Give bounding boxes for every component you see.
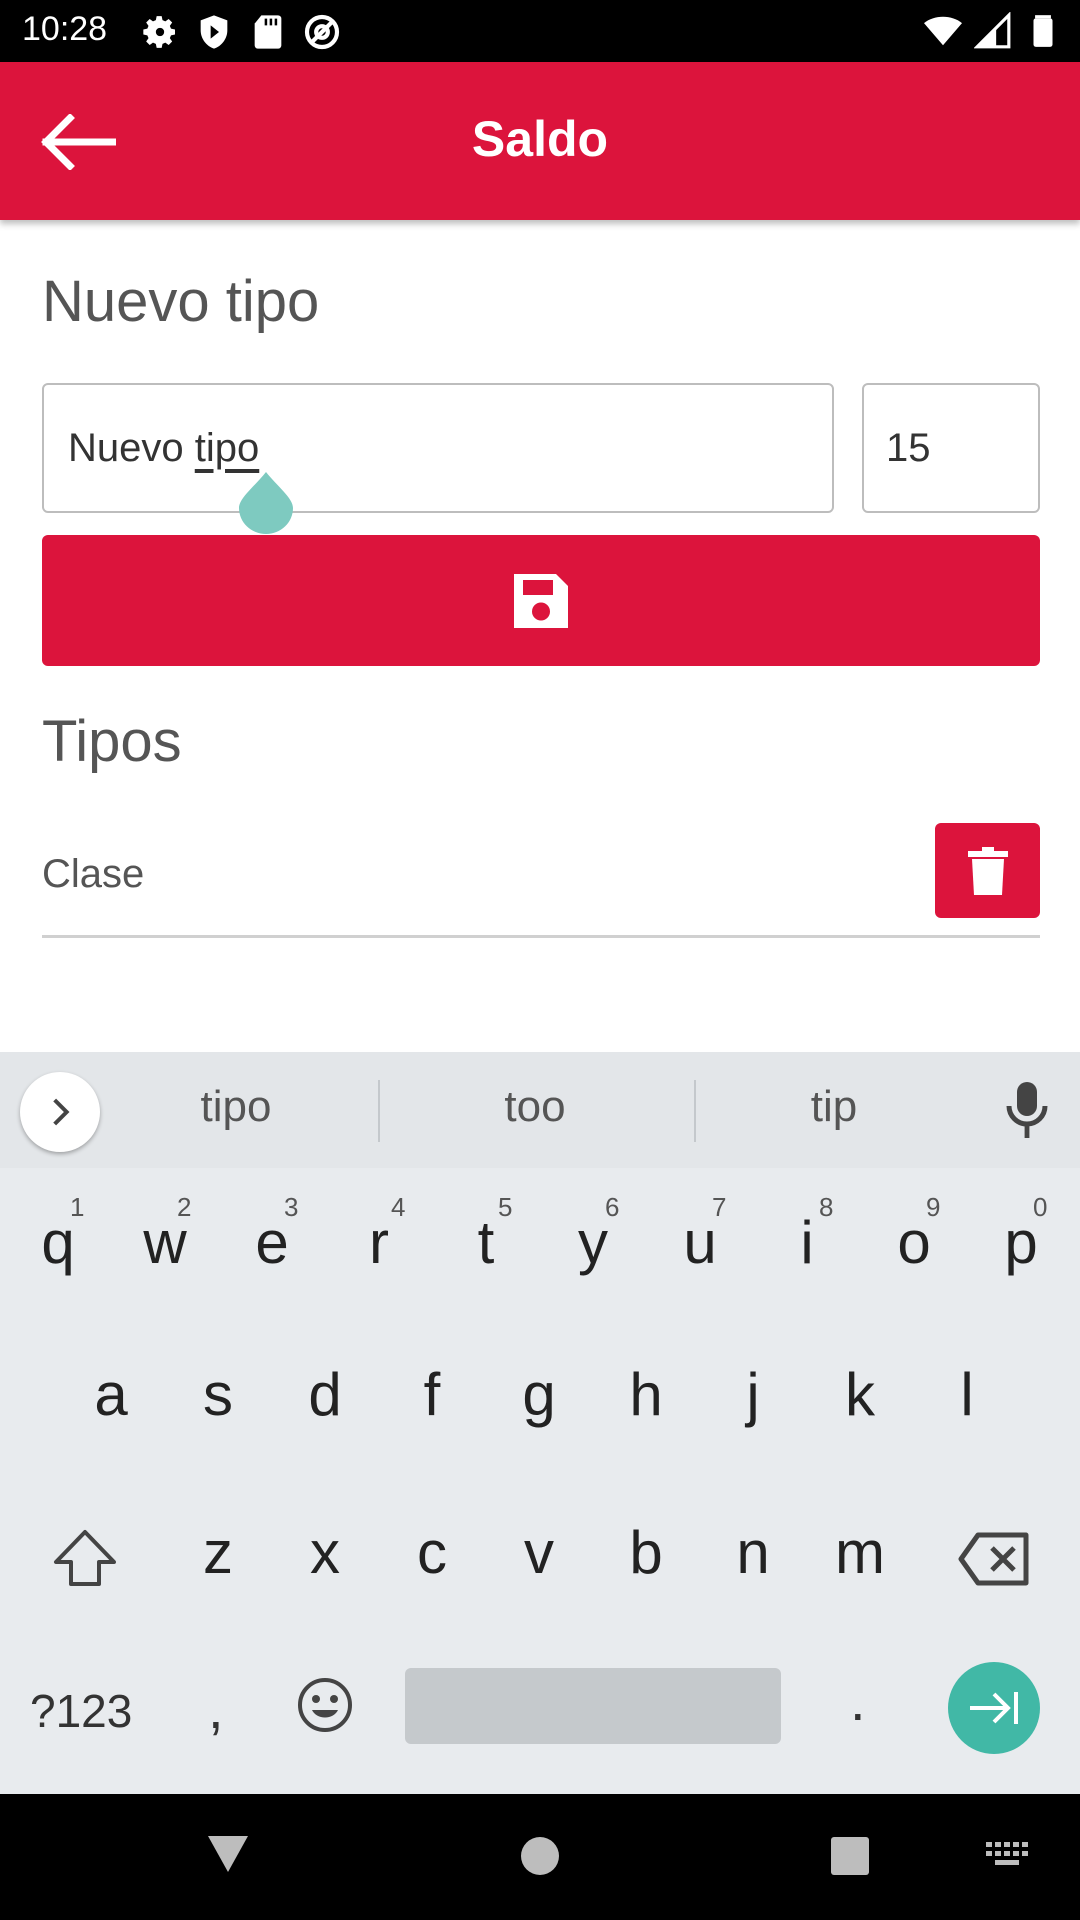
- save-button[interactable]: [42, 535, 1040, 666]
- text-cursor-handle[interactable]: [239, 472, 293, 534]
- key-m[interactable]: m: [820, 1518, 900, 1587]
- key-d[interactable]: d: [285, 1360, 365, 1429]
- key-e[interactable]: e: [232, 1208, 312, 1277]
- list-item: Clase: [42, 822, 1040, 938]
- status-bar: 10:28: [0, 0, 1080, 62]
- type-name-text-composing: tipo: [194, 425, 260, 470]
- key-hint-6: 6: [605, 1192, 620, 1222]
- nav-home-circle-icon[interactable]: [520, 1836, 560, 1876]
- status-notification-icons: [140, 12, 342, 52]
- key-s[interactable]: s: [178, 1360, 258, 1429]
- key-z[interactable]: z: [178, 1518, 258, 1587]
- key-i[interactable]: i: [767, 1208, 847, 1277]
- cell-signal-icon: [974, 12, 1011, 49]
- app-bar: Saldo: [0, 62, 1080, 220]
- key-g[interactable]: g: [499, 1360, 579, 1429]
- suggestion-1[interactable]: tipo: [126, 1082, 346, 1132]
- chevron-right-icon: [53, 1098, 70, 1126]
- key-b[interactable]: b: [606, 1518, 686, 1587]
- status-time: 10:28: [22, 10, 108, 48]
- microphone-icon[interactable]: [1002, 1082, 1052, 1138]
- key-hint-1: 1: [70, 1192, 85, 1222]
- status-system-icons: [924, 12, 1062, 50]
- key-u[interactable]: u: [660, 1208, 740, 1277]
- suggestion-expand-button[interactable]: [20, 1072, 100, 1152]
- navigation-bar: [0, 1794, 1080, 1920]
- key-w[interactable]: w: [125, 1208, 205, 1277]
- suggestion-3[interactable]: tip: [724, 1082, 944, 1132]
- list-item-label: Clase: [42, 852, 145, 896]
- keyboard-switch-icon[interactable]: [986, 1842, 1030, 1872]
- key-t[interactable]: t: [446, 1208, 526, 1277]
- battery-icon: [1033, 15, 1053, 47]
- key-hint-2: 2: [177, 1192, 192, 1222]
- key-hint-9: 9: [926, 1192, 941, 1222]
- suggestion-strip: tipo too tip: [0, 1052, 1080, 1168]
- quantity-input[interactable]: 15: [862, 383, 1040, 513]
- type-name-text-prefix: Nuevo: [68, 425, 195, 470]
- key-hint-3: 3: [284, 1192, 299, 1222]
- sd-card-icon: [254, 15, 282, 49]
- settings-gear-icon: [143, 16, 175, 48]
- key-j[interactable]: j: [713, 1360, 793, 1429]
- space-key[interactable]: [405, 1668, 781, 1744]
- backspace-key[interactable]: [958, 1532, 1030, 1586]
- types-heading: Tipos: [42, 709, 182, 774]
- type-name-input[interactable]: Nuevo tipo: [42, 383, 834, 513]
- shift-key[interactable]: [52, 1528, 118, 1588]
- trash-icon: [967, 846, 1008, 895]
- suggestion-divider: [378, 1080, 380, 1142]
- key-hint-7: 7: [712, 1192, 727, 1222]
- floppy-disk-icon: [514, 573, 568, 628]
- key-k[interactable]: k: [820, 1360, 900, 1429]
- key-hint-5: 5: [498, 1192, 513, 1222]
- key-c[interactable]: c: [392, 1518, 472, 1587]
- key-y[interactable]: y: [553, 1208, 633, 1277]
- suggestion-2[interactable]: too: [425, 1082, 645, 1132]
- emoji-icon[interactable]: [296, 1676, 354, 1734]
- key-hint-4: 4: [391, 1192, 406, 1222]
- page-title: Saldo: [471, 111, 609, 167]
- key-hint-8: 8: [819, 1192, 834, 1222]
- key-x[interactable]: x: [285, 1518, 365, 1587]
- arrow-right-to-bar-icon: [970, 1692, 1018, 1724]
- key-n[interactable]: n: [713, 1518, 793, 1587]
- wifi-icon: [924, 16, 962, 46]
- key-v[interactable]: v: [499, 1518, 579, 1587]
- key-hint-0: 0: [1033, 1192, 1048, 1222]
- shield-icon: [200, 15, 228, 49]
- comma-key[interactable]: ,: [208, 1676, 224, 1741]
- suggestion-divider: [694, 1080, 696, 1142]
- at-sign-icon: [304, 14, 340, 50]
- delete-button[interactable]: [935, 823, 1040, 918]
- key-l[interactable]: l: [927, 1360, 1007, 1429]
- new-type-heading: Nuevo tipo: [42, 269, 320, 334]
- key-q[interactable]: q: [18, 1208, 98, 1277]
- key-o[interactable]: o: [874, 1208, 954, 1277]
- key-a[interactable]: a: [71, 1360, 151, 1429]
- nav-recents-square-icon[interactable]: [830, 1836, 870, 1876]
- nav-back-triangle-icon[interactable]: [206, 1834, 250, 1874]
- enter-next-key[interactable]: [948, 1662, 1040, 1754]
- key-r[interactable]: r: [339, 1208, 419, 1277]
- key-f[interactable]: f: [392, 1360, 472, 1429]
- key-h[interactable]: h: [606, 1360, 686, 1429]
- symbols-key[interactable]: ?123: [30, 1684, 132, 1738]
- period-key[interactable]: .: [850, 1668, 866, 1733]
- key-p[interactable]: p: [981, 1208, 1061, 1277]
